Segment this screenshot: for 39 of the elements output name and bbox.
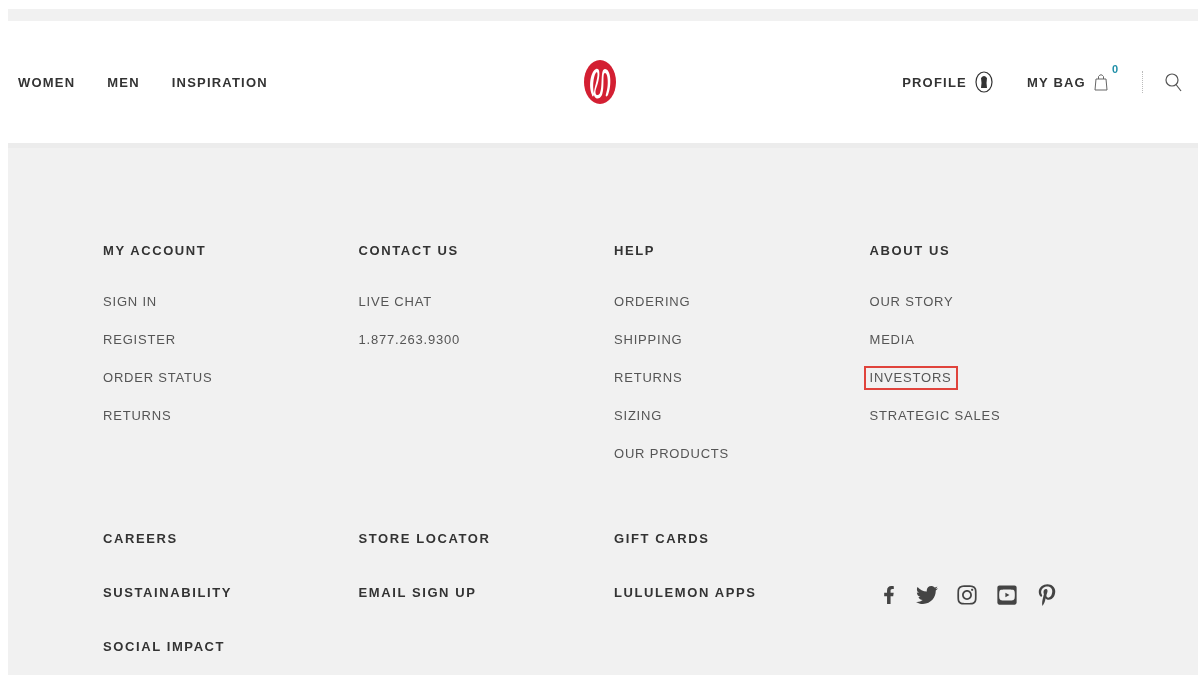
footer-link[interactable]: INVESTORS bbox=[863, 366, 958, 390]
search-icon[interactable] bbox=[1165, 72, 1182, 92]
footer-link[interactable]: LIVE CHAT bbox=[352, 290, 438, 314]
footer-link[interactable]: CAREERS bbox=[103, 530, 178, 547]
footer-link[interactable]: GIFT CARDS bbox=[614, 530, 710, 547]
footer-link[interactable]: SHIPPING bbox=[608, 328, 689, 352]
footer-link[interactable]: 1.877.263.9300 bbox=[352, 328, 467, 352]
footer-link[interactable]: OUR STORY bbox=[863, 290, 960, 314]
bag-count: 0 bbox=[1111, 63, 1118, 75]
bag-link[interactable]: MY BAG bbox=[1026, 73, 1108, 91]
footer-link[interactable]: SIZING bbox=[608, 404, 669, 428]
footer-link[interactable]: SUSTAINABILITY bbox=[103, 584, 233, 601]
footer-link[interactable]: STORE LOCATOR bbox=[358, 530, 491, 547]
bag-icon bbox=[1093, 73, 1108, 91]
twitter-icon[interactable] bbox=[915, 584, 938, 606]
column-heading: MY ACCOUNT bbox=[103, 243, 208, 258]
column-heading: CONTACT US bbox=[358, 243, 460, 258]
footer-link[interactable]: OUR PRODUCTS bbox=[608, 442, 736, 466]
footer-link[interactable]: RETURNS bbox=[608, 366, 689, 390]
footer-link[interactable]: SOCIAL IMPACT bbox=[103, 638, 226, 655]
user-icon bbox=[974, 71, 993, 93]
footer-link[interactable]: SIGN IN bbox=[97, 290, 163, 314]
footer-link[interactable]: EMAIL SIGN UP bbox=[358, 584, 477, 601]
nav-link[interactable]: MEN bbox=[107, 74, 140, 90]
footer-link[interactable]: STRATEGIC SALES bbox=[863, 404, 1007, 428]
footer-link[interactable]: ORDERING bbox=[608, 290, 697, 314]
nav-link[interactable]: INSPIRATION bbox=[171, 74, 268, 90]
footer-link[interactable]: ORDER STATUS bbox=[97, 366, 219, 390]
youtube-icon[interactable] bbox=[995, 584, 1018, 606]
nav-link[interactable]: WOMEN bbox=[18, 74, 76, 90]
footer-link[interactable]: REGISTER bbox=[97, 328, 182, 352]
profile-link[interactable]: PROFILE bbox=[902, 71, 993, 93]
column-heading: ABOUT US bbox=[869, 243, 952, 258]
footer-link[interactable]: MEDIA bbox=[863, 328, 921, 352]
instagram-icon[interactable] bbox=[955, 584, 978, 606]
footer-link[interactable]: LULULEMON APPS bbox=[614, 584, 757, 601]
footer-link[interactable]: RETURNS bbox=[97, 404, 178, 428]
logo[interactable] bbox=[583, 59, 617, 105]
column-heading: HELP bbox=[614, 243, 657, 258]
